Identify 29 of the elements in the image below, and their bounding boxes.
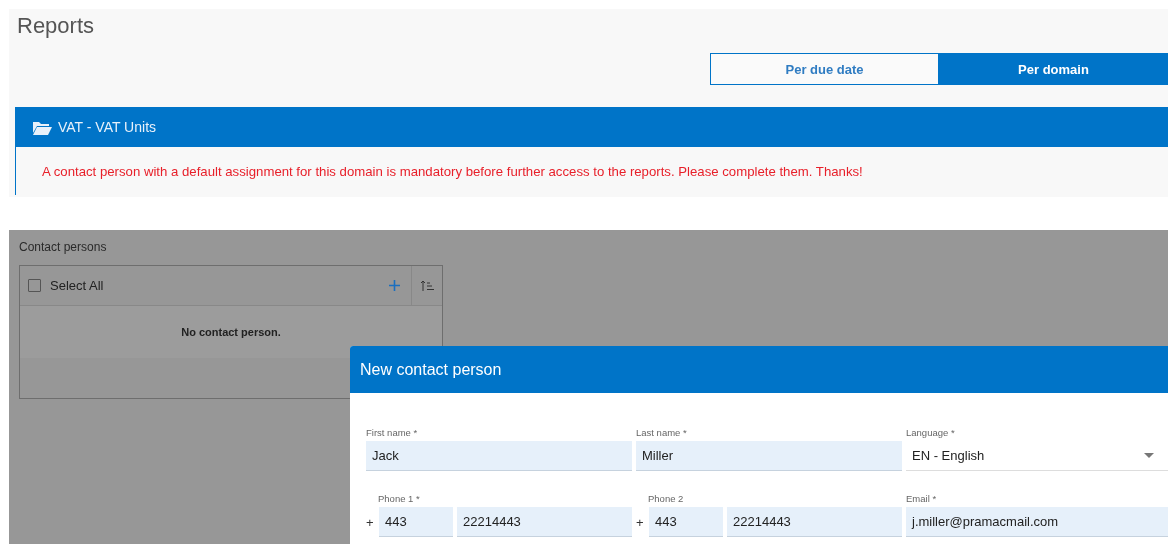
dialog-title: New contact person (360, 360, 502, 379)
warning-message: A contact person with a default assignment for this domain is mandatory before further access to the reports. Please complete them. Thanks! (42, 163, 863, 179)
field-label: Language * (906, 427, 956, 439)
input-field[interactable]: Jack (366, 441, 632, 471)
select-all-label[interactable]: Select All (50, 278, 389, 293)
folder-icon (32, 119, 52, 135)
field-label: Email * (906, 493, 938, 505)
field-label: Last name * (636, 427, 688, 439)
view-toggle-tab[interactable]: Per domain (939, 53, 1168, 85)
phone-code-field[interactable]: 443 (379, 507, 453, 537)
view-toggle-tab[interactable]: Per due date (710, 53, 939, 85)
sort-icon[interactable] (420, 280, 434, 291)
field-label: First name * (366, 427, 419, 439)
input-field[interactable]: Miller (636, 441, 902, 471)
add-icon[interactable] (389, 280, 400, 291)
phone-code-field[interactable]: 443 (649, 507, 723, 537)
input-field[interactable]: j.miller@pramacmail.com (906, 507, 1168, 537)
section-title: Contact persons (19, 240, 108, 256)
domain-title: VAT - VAT Units (58, 119, 157, 135)
phone-number-field[interactable]: 22214443 (727, 507, 902, 537)
field-label: Phone 1 * (377, 493, 421, 505)
field-label: Phone 2 (647, 493, 685, 505)
phone-prefix: + (636, 514, 645, 530)
empty-list-message: No contact person. (181, 326, 281, 338)
page-title: Reports (16, 12, 96, 40)
phone-prefix: + (366, 514, 375, 530)
select-all-checkbox[interactable] (28, 279, 41, 292)
caret-icon (1144, 453, 1154, 458)
phone-number-field[interactable]: 22214443 (457, 507, 632, 537)
